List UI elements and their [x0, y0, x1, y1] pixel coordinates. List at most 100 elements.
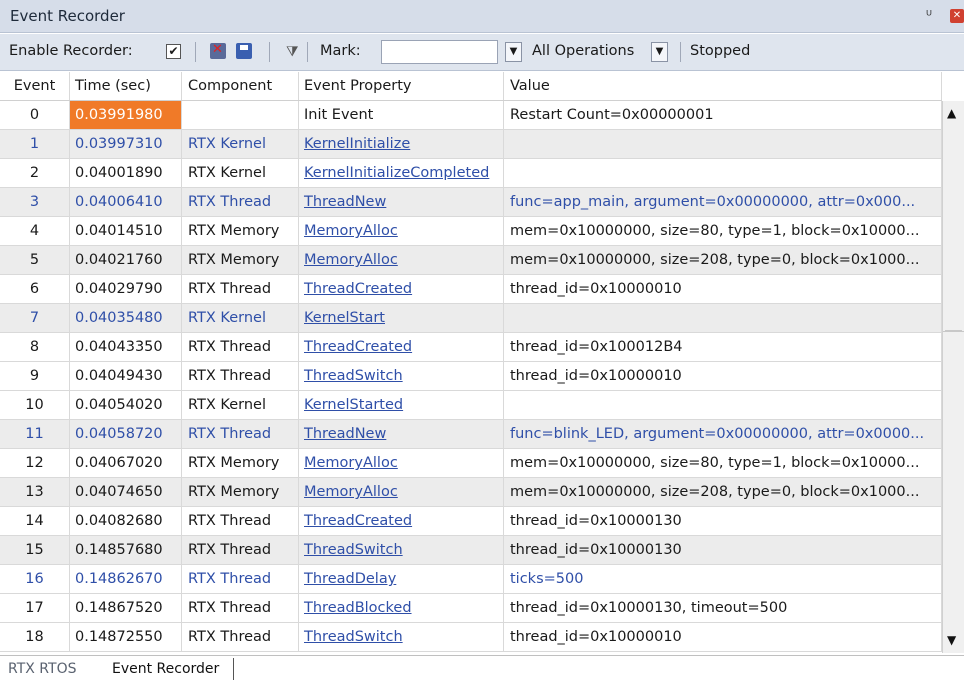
table-row[interactable]: 16 0.14862670 RTX Thread ThreadDelay ticks=5… — [0, 565, 942, 594]
table-row[interactable]: 7 0.04035480 RTX Kernel KernelStart — [0, 304, 942, 333]
event-property-link[interactable]: ThreadSwitch — [304, 368, 403, 384]
event-cell: 8 — [0, 333, 70, 361]
value-cell — [504, 391, 942, 419]
scroll-up-icon[interactable]: ▲ — [947, 106, 956, 120]
table-row[interactable]: 13 0.04074650 RTX Memory MemoryAlloc mem=0x1… — [0, 478, 942, 507]
event-cell: 15 — [0, 536, 70, 564]
table-row[interactable]: 18 0.14872550 RTX Thread ThreadSwitch thread… — [0, 623, 942, 652]
value-cell — [504, 130, 942, 158]
value-cell: Restart Count=0x00000001 — [504, 101, 942, 129]
component-cell: RTX Thread — [182, 275, 299, 303]
operations-dropdown-button[interactable]: ▼ — [651, 42, 668, 62]
event-property-cell: ThreadCreated — [299, 507, 504, 535]
table-row[interactable]: 5 0.04021760 RTX Memory MemoryAlloc mem=0x10… — [0, 246, 942, 275]
event-property-cell: ThreadNew — [299, 188, 504, 216]
event-property-link[interactable]: ThreadBlocked — [304, 600, 412, 616]
table-row[interactable]: 3 0.04006410 RTX Thread ThreadNew func=app_m… — [0, 188, 942, 217]
event-cell: 11 — [0, 420, 70, 448]
event-property-link[interactable]: ThreadNew — [304, 194, 386, 210]
value-cell: thread_id=0x10000010 — [504, 362, 942, 390]
event-property-cell: ThreadDelay — [299, 565, 504, 593]
mark-dropdown-button[interactable]: ▼ — [505, 42, 522, 62]
time-cell: 0.04058720 — [70, 420, 182, 448]
table-row[interactable]: 11 0.04058720 RTX Thread ThreadNew func=blin… — [0, 420, 942, 449]
event-property-link[interactable]: KernelStarted — [304, 397, 403, 413]
column-header-component[interactable]: Component — [182, 72, 299, 100]
table-row[interactable]: 9 0.04049430 RTX Thread ThreadSwitch thread_… — [0, 362, 942, 391]
time-cell: 0.04054020 — [70, 391, 182, 419]
value-cell: func=app_main, argument=0x00000000, attr… — [504, 188, 942, 216]
tab-rtx-rtos[interactable]: RTX RTOS — [8, 661, 76, 677]
table-row[interactable]: 15 0.14857680 RTX Thread ThreadSwitch thread… — [0, 536, 942, 565]
mark-input[interactable] — [381, 40, 498, 64]
pin-icon[interactable]: ᵁ — [926, 9, 932, 24]
event-property-cell: KernelInitialize — [299, 130, 504, 158]
time-cell: 0.14872550 — [70, 623, 182, 651]
scrollbar-thumb[interactable] — [945, 125, 962, 331]
event-property-link[interactable]: ThreadCreated — [304, 339, 412, 355]
value-cell: thread_id=0x10000010 — [504, 275, 942, 303]
table-header: Event Time (sec) Component Event Propert… — [0, 72, 942, 101]
event-property-link[interactable]: ThreadCreated — [304, 513, 412, 529]
event-property-cell: ThreadSwitch — [299, 623, 504, 651]
time-cell: 0.04001890 — [70, 159, 182, 187]
component-cell: RTX Thread — [182, 362, 299, 390]
table-row[interactable]: 12 0.04067020 RTX Memory MemoryAlloc mem=0x1… — [0, 449, 942, 478]
save-icon[interactable] — [236, 43, 252, 59]
enable-recorder-checkbox[interactable]: ✔ — [166, 44, 181, 59]
time-cell: 0.04035480 — [70, 304, 182, 332]
operations-select[interactable]: All Operations — [528, 40, 648, 64]
table-row[interactable]: 14 0.04082680 RTX Thread ThreadCreated threa… — [0, 507, 942, 536]
table-row[interactable]: 17 0.14867520 RTX Thread ThreadBlocked threa… — [0, 594, 942, 623]
event-property-link[interactable]: ThreadDelay — [304, 571, 396, 587]
event-property-link[interactable]: MemoryAlloc — [304, 223, 398, 239]
component-cell: RTX Thread — [182, 420, 299, 448]
event-property-cell: KernelInitializeCompleted — [299, 159, 504, 187]
event-property-link[interactable]: ThreadSwitch — [304, 629, 403, 645]
value-cell: thread_id=0x10000130, timeout=500 — [504, 594, 942, 622]
scroll-down-icon[interactable]: ▼ — [947, 633, 956, 647]
window-title: Event Recorder — [10, 7, 125, 25]
table-row[interactable]: 1 0.03997310 RTX Kernel KernelInitialize — [0, 130, 942, 159]
event-property-link[interactable]: MemoryAlloc — [304, 252, 398, 268]
component-cell: RTX Memory — [182, 246, 299, 274]
value-cell: thread_id=0x100012B4 — [504, 333, 942, 361]
tab-divider — [233, 658, 234, 680]
mark-label: Mark: — [320, 43, 361, 59]
clear-icon[interactable] — [210, 42, 226, 59]
event-property-link[interactable]: ThreadNew — [304, 426, 386, 442]
vertical-scrollbar[interactable]: ▲ ▼ — [942, 101, 964, 653]
table-row[interactable]: 10 0.04054020 RTX Kernel KernelStarted — [0, 391, 942, 420]
close-icon[interactable]: ✕ — [950, 9, 964, 23]
event-property-link[interactable]: KernelInitialize — [304, 136, 410, 152]
table-row[interactable]: 6 0.04029790 RTX Thread ThreadCreated thread… — [0, 275, 942, 304]
table-row[interactable]: 4 0.04014510 RTX Memory MemoryAlloc mem=0x10… — [0, 217, 942, 246]
time-cell: 0.03997310 — [70, 130, 182, 158]
event-property-link[interactable]: MemoryAlloc — [304, 484, 398, 500]
table-row[interactable]: 2 0.04001890 RTX Kernel KernelInitializeCom… — [0, 159, 942, 188]
filter-icon[interactable]: ⧩ — [286, 44, 299, 60]
event-cell: 3 — [0, 188, 70, 216]
event-property-link[interactable]: KernelStart — [304, 310, 385, 326]
table-row[interactable]: 8 0.04043350 RTX Thread ThreadCreated thread… — [0, 333, 942, 362]
event-property-cell: ThreadBlocked — [299, 594, 504, 622]
component-cell: RTX Kernel — [182, 130, 299, 158]
event-property-cell: ThreadNew — [299, 420, 504, 448]
event-property-link[interactable]: ThreadSwitch — [304, 542, 403, 558]
event-property-cell: MemoryAlloc — [299, 478, 504, 506]
column-header-time[interactable]: Time (sec) — [70, 72, 182, 100]
toolbar-separator — [307, 42, 308, 62]
tab-event-recorder[interactable]: Event Recorder — [112, 661, 219, 677]
event-property-link[interactable]: KernelInitializeCompleted — [304, 165, 489, 181]
time-cell: 0.04067020 — [70, 449, 182, 477]
component-cell: RTX Thread — [182, 188, 299, 216]
event-property-cell: ThreadCreated — [299, 275, 504, 303]
table-row[interactable]: 0 0.03991980 Init Event Restart Count=0x000… — [0, 101, 942, 130]
component-cell — [182, 101, 299, 129]
bottom-tab-bar: RTX RTOS Event Recorder — [0, 655, 964, 683]
column-header-event-property[interactable]: Event Property — [299, 72, 504, 100]
column-header-event[interactable]: Event — [0, 72, 70, 100]
column-header-value[interactable]: Value — [504, 72, 942, 100]
event-property-link[interactable]: MemoryAlloc — [304, 455, 398, 471]
event-property-link[interactable]: ThreadCreated — [304, 281, 412, 297]
